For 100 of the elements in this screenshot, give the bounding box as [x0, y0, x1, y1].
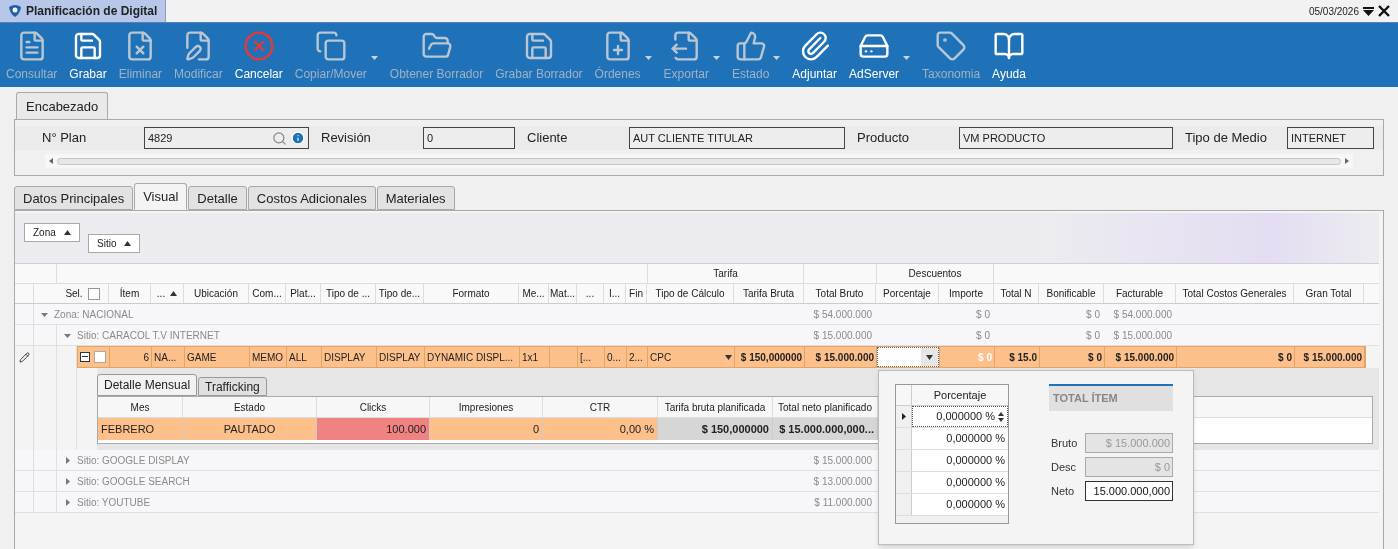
column-header[interactable]: Gran Total	[1294, 284, 1364, 303]
tab[interactable]: Datos Principales	[14, 186, 134, 210]
tab[interactable]: Detalle	[188, 186, 247, 210]
total-text: $ 15.000.000	[1113, 329, 1172, 341]
search-icon[interactable]	[272, 130, 287, 146]
text-field[interactable]: 0	[423, 127, 515, 149]
table-cell-text: DISPLAY	[379, 350, 421, 365]
table-cell-text: 1x1	[522, 350, 539, 365]
book-icon	[993, 30, 1025, 62]
table-cell-text: $ 0	[1088, 350, 1102, 365]
column-header[interactable]: Plat...	[286, 284, 321, 303]
column-header[interactable]: Tipo de Cálculo	[647, 284, 734, 303]
dropdown-cell[interactable]: CPC	[648, 347, 735, 367]
column-header[interactable]: Tipo de ...	[321, 284, 376, 303]
text-field[interactable]: 15.000.000,000	[1085, 481, 1173, 501]
table-cell-text: [...	[580, 350, 592, 365]
tab[interactable]: Costos Adicionales	[247, 186, 376, 210]
column-header[interactable]: Mat...	[549, 284, 577, 303]
column-header[interactable]: ...	[577, 284, 604, 303]
column-header[interactable]: Me...	[519, 284, 549, 303]
column-header[interactable]: Sel.	[57, 284, 109, 303]
group-chip[interactable]: Zona	[24, 223, 80, 242]
column-header[interactable]: Mes	[98, 397, 183, 417]
text-field[interactable]: AUT CLIENTE TITULAR	[629, 127, 845, 149]
tab[interactable]: Materiales	[376, 186, 455, 210]
column-header[interactable]: Fin	[626, 284, 647, 303]
table-cell: 100.000	[317, 418, 430, 440]
column-header[interactable]: Tipo de...	[376, 284, 424, 303]
column-header[interactable]: Tarifa Bruta	[734, 284, 804, 303]
text-field[interactable]: INTERNET	[1287, 127, 1374, 149]
toolbar-button[interactable]: AdServer	[843, 30, 917, 83]
total-text: $ 0	[1086, 308, 1100, 320]
expand-arrow-icon[interactable]	[64, 477, 71, 485]
tab[interactable]: Visual	[134, 183, 188, 210]
table-cell-text: MEMO	[252, 350, 284, 365]
column-header[interactable]: Ubicación	[184, 284, 249, 303]
collapse-arrow-icon[interactable]	[41, 310, 48, 318]
column-header[interactable]: Impresiones	[430, 397, 543, 417]
field-label: Neto	[1050, 483, 1076, 499]
column-header[interactable]: Total Costos Generales	[1176, 284, 1294, 303]
column-header[interactable]: CTR	[543, 397, 658, 417]
table-cell-text: 2...	[629, 350, 643, 365]
total-text: $ 0	[1086, 329, 1100, 341]
field-label: Tipo de Medio	[1185, 129, 1268, 148]
close-icon[interactable]	[1378, 5, 1390, 17]
caret-icon	[644, 56, 652, 60]
tab[interactable]: Detalle Mensual	[97, 374, 198, 396]
text-field[interactable]: VM PRODUCTO	[959, 127, 1173, 149]
collapse-box-icon[interactable]	[80, 352, 90, 362]
column-header[interactable]: Total N	[994, 284, 1039, 303]
total-text: $ 15.000.000	[813, 454, 872, 466]
column-header[interactable]: Facturable	[1104, 284, 1176, 303]
spin-field[interactable]: 0,000000 %	[912, 406, 1008, 427]
expand-arrow-icon[interactable]	[64, 456, 71, 464]
column-header[interactable]: Tarifa bruta planificada	[658, 397, 773, 417]
checkbox[interactable]	[94, 351, 106, 363]
tab[interactable]: Trafficking	[198, 377, 267, 396]
dropdown-icon[interactable]	[1363, 6, 1374, 16]
expand-arrow-icon[interactable]	[64, 498, 71, 506]
column-header[interactable]: Porcentaje	[876, 284, 939, 303]
table-cell-text: 0...	[607, 350, 621, 365]
table-cell: 0,000000 %	[912, 494, 1008, 515]
field-label: Producto	[857, 129, 911, 148]
group-chip[interactable]: Sitio	[88, 234, 141, 253]
date-text: 05/03/2026	[1308, 4, 1359, 19]
column-header[interactable]: Clicks	[317, 397, 430, 417]
column-header[interactable]: I...	[604, 284, 626, 303]
column-header[interactable]: Estado	[183, 397, 317, 417]
checkbox[interactable]	[87, 287, 100, 300]
column-header[interactable]: ...	[151, 284, 184, 303]
column-header[interactable]: Com...	[249, 284, 286, 303]
scrollbar[interactable]	[45, 154, 1353, 168]
toolbar-button[interactable]: Adjuntar	[786, 30, 844, 83]
column-header[interactable]: Importe	[939, 284, 994, 303]
field-label: Desc	[1050, 459, 1078, 475]
column-header[interactable]: Total Bruto	[804, 284, 876, 303]
toolbar-button[interactable]: Cancelar	[228, 30, 289, 83]
info-icon[interactable]	[291, 131, 305, 145]
text-field[interactable]: 4829	[144, 127, 309, 149]
table-cell: 0	[430, 418, 543, 440]
column-header[interactable]: Formato	[424, 284, 519, 303]
total-text: $ 13.000.000	[813, 475, 872, 487]
scroll-left-icon[interactable]	[49, 158, 53, 164]
toolbar-button[interactable]: Ayuda	[986, 30, 1032, 83]
collapse-arrow-icon[interactable]	[64, 331, 71, 339]
total-text: $ 0	[976, 329, 990, 341]
column-header[interactable]: Bonificable	[1039, 284, 1104, 303]
header-tab[interactable]: Encabezado	[16, 92, 109, 119]
table-cell-text: $ 0	[978, 350, 992, 365]
toolbar-button[interactable]: Grabar	[63, 30, 113, 83]
table-cell-text: ALL	[289, 350, 307, 365]
scroll-right-icon[interactable]	[1345, 158, 1349, 164]
table-cell-text: GAME	[187, 350, 217, 365]
column-header[interactable]: Ítem	[109, 284, 151, 303]
caret-icon	[370, 56, 378, 60]
cell-editor[interactable]	[877, 347, 939, 367]
spin-arrows-icon[interactable]	[998, 410, 1004, 423]
window-tab[interactable]: Planificación de Digital	[0, 0, 167, 22]
total-text: $ 54.000.000	[813, 308, 872, 320]
group-row-label: Sitio: YOUTUBE	[77, 495, 151, 510]
